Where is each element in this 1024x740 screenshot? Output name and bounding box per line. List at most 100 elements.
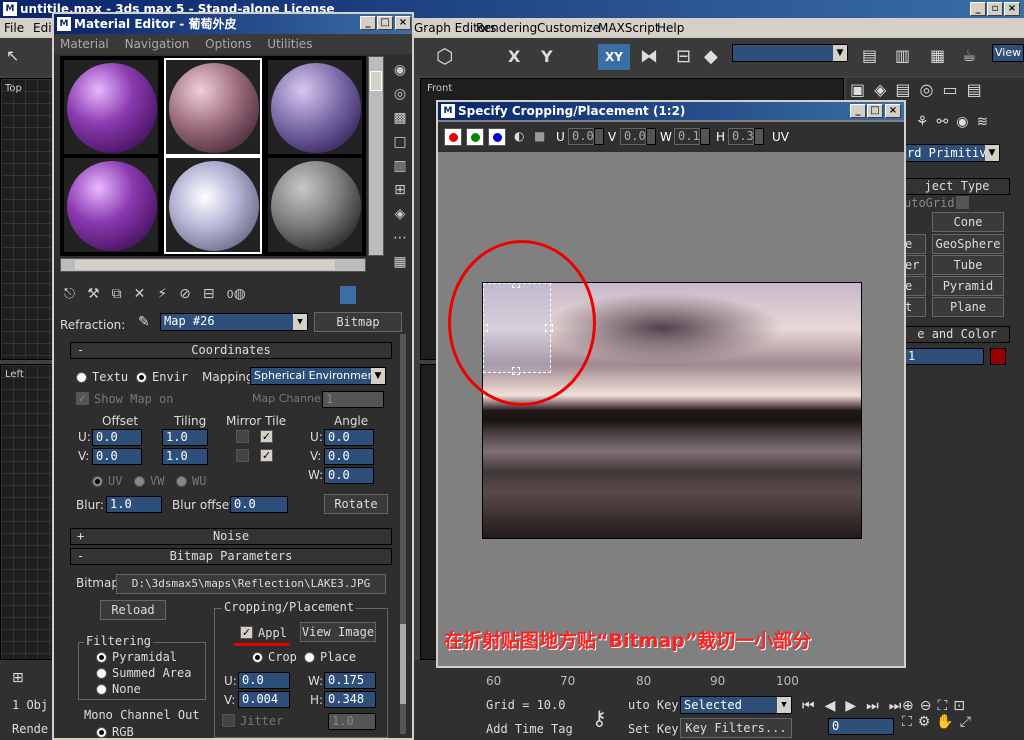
blur-field[interactable]: 1.0 (106, 496, 162, 513)
noise-header[interactable]: + Noise (70, 528, 392, 545)
partial-button-4[interactable]: t (904, 297, 926, 317)
red-channel-button[interactable] (444, 128, 462, 146)
teapot-icon[interactable]: ☕ (962, 46, 976, 65)
menu-customize[interactable]: Customize (537, 18, 600, 38)
mirror-icon[interactable]: ⧓ (640, 46, 658, 67)
set-key-button[interactable]: Set Key (628, 722, 679, 736)
plane-button[interactable]: Plane (932, 297, 1004, 317)
rollout-scrollbar[interactable] (400, 334, 406, 734)
me-maximize-button[interactable]: □ (377, 16, 393, 30)
crop-h-field[interactable]: 0.348 (324, 691, 376, 708)
apply-checkbox[interactable]: ✓ (240, 626, 253, 639)
jitter-field[interactable]: 1.0 (328, 713, 376, 730)
pyramidal-radio[interactable] (96, 652, 107, 663)
me-minimize-button[interactable]: _ (360, 16, 376, 30)
uv-radio[interactable] (92, 476, 103, 487)
green-channel-button[interactable] (466, 128, 484, 146)
viewport-top[interactable]: Top (0, 78, 56, 360)
partial-button-3[interactable]: e (904, 276, 926, 296)
jitter-checkbox[interactable] (222, 714, 235, 727)
render-scene-icon[interactable]: ▦ (930, 46, 945, 65)
viewport-left[interactable]: Left (0, 364, 56, 660)
sample-horizontal-scrollbar[interactable] (60, 258, 366, 272)
me-menu-navigation[interactable]: Navigation (125, 34, 190, 54)
key-filters-button[interactable]: Key Filters... (680, 718, 792, 738)
named-selection-dropdown[interactable]: ▼ (732, 44, 848, 62)
partial-button-1[interactable]: e (904, 234, 926, 254)
eraser-icon[interactable]: ◆ (704, 46, 718, 67)
object-type-header[interactable]: ject Type (904, 178, 1010, 195)
axis-x-button[interactable]: X (508, 47, 520, 66)
me-close-button[interactable]: × (395, 16, 411, 30)
crop-w-field[interactable]: 0.175 (324, 672, 376, 689)
view-dropdown[interactable]: View (992, 44, 1024, 62)
dlg-u-spinner[interactable] (594, 128, 604, 145)
track-view-icon[interactable]: ▤ (862, 46, 877, 65)
tile-v-checkbox[interactable]: ✓ (260, 449, 273, 462)
offset-v-field[interactable]: 0.0 (92, 448, 142, 465)
pyramid-button[interactable]: Pyramid (932, 276, 1004, 296)
tiling-v-field[interactable]: 1.0 (162, 448, 208, 465)
object-name-field[interactable]: 1 (904, 348, 984, 365)
offset-u-field[interactable]: 0.0 (92, 429, 142, 446)
wu-radio[interactable] (176, 476, 187, 487)
angle-u-field[interactable]: 0.0 (324, 429, 374, 446)
map-name-dropdown[interactable]: Map #26 ▼ (160, 313, 308, 331)
sample-slot-4[interactable] (62, 156, 160, 254)
texture-radio[interactable] (76, 372, 87, 383)
menu-help[interactable]: Help (657, 18, 684, 38)
menu-file[interactable]: File (4, 18, 24, 38)
dlg-h-spinner[interactable] (754, 128, 764, 145)
close-button[interactable]: × (1004, 2, 1020, 16)
rgb-radio[interactable] (96, 727, 107, 738)
tiling-u-field[interactable]: 1.0 (162, 429, 208, 446)
add-time-tag-button[interactable]: Add Time Tag (486, 722, 573, 736)
minimize-button[interactable]: _ (970, 2, 986, 16)
pick-eyedropper-icon[interactable]: ✎ (138, 314, 150, 330)
me-menu-material[interactable]: Material (60, 34, 109, 54)
crop-close-button[interactable]: × (885, 104, 901, 118)
alpha-icon[interactable]: ■ (534, 129, 545, 143)
angle-v-field[interactable]: 0.0 (324, 448, 374, 465)
geosphere-button[interactable]: GeoSphere (932, 234, 1004, 254)
restore-button[interactable]: ▫ (987, 2, 1003, 16)
sample-slot-1[interactable] (62, 58, 160, 156)
show-map-checkbox[interactable]: ✓ (76, 392, 89, 405)
crop-u-field[interactable]: 0.0 (238, 672, 290, 689)
tile-u-checkbox[interactable]: ✓ (260, 430, 273, 443)
coordinates-header[interactable]: - Coordinates (70, 342, 392, 359)
dlg-v-spinner[interactable] (646, 128, 656, 145)
dlg-h-field[interactable]: 0.3 (728, 128, 754, 145)
rotate-button[interactable]: Rotate (324, 494, 388, 514)
select-arrow-icon[interactable]: ↖ (6, 46, 19, 65)
mapping-dropdown[interactable]: Spherical Environment ▼ (250, 367, 386, 385)
sample-slot-3[interactable] (266, 58, 364, 156)
sample-slot-5[interactable] (164, 156, 262, 254)
axis-y-button[interactable]: Y (541, 47, 553, 66)
me-menu-options[interactable]: Options (205, 34, 251, 54)
align-icon[interactable]: ⊟ (676, 46, 691, 67)
crop-v-field[interactable]: 0.004 (238, 691, 290, 708)
dlg-u-field[interactable]: 0.0 (568, 128, 594, 145)
filter-none-radio[interactable] (96, 684, 107, 695)
cube-icon[interactable]: ⬡ (436, 44, 453, 68)
mirror-u-checkbox[interactable] (236, 430, 249, 443)
selected-dropdown[interactable]: Selected ▼ (680, 696, 792, 714)
sample-slot-6[interactable] (266, 156, 364, 254)
mirror-v-checkbox[interactable] (236, 449, 249, 462)
partial-button-2[interactable]: er (904, 255, 926, 275)
dlg-w-field[interactable]: 0.1 (674, 128, 700, 145)
dlg-v-field[interactable]: 0.0 (620, 128, 646, 145)
current-frame-field[interactable]: 0 (828, 718, 894, 735)
angle-w-field[interactable]: 0.0 (324, 467, 374, 484)
blur-offset-field[interactable]: 0.0 (230, 496, 288, 513)
blue-channel-button[interactable] (488, 128, 506, 146)
axis-xy-button[interactable]: XY (598, 44, 630, 70)
show-map-button[interactable] (340, 286, 356, 304)
vw-radio[interactable] (134, 476, 145, 487)
object-color-swatch[interactable] (990, 348, 1006, 365)
bitmap-params-header[interactable]: - Bitmap Parameters (70, 548, 392, 565)
map-channel-field[interactable]: 1 (322, 391, 384, 408)
reload-button[interactable]: Reload (100, 600, 166, 620)
map-type-button[interactable]: Bitmap (314, 312, 402, 332)
